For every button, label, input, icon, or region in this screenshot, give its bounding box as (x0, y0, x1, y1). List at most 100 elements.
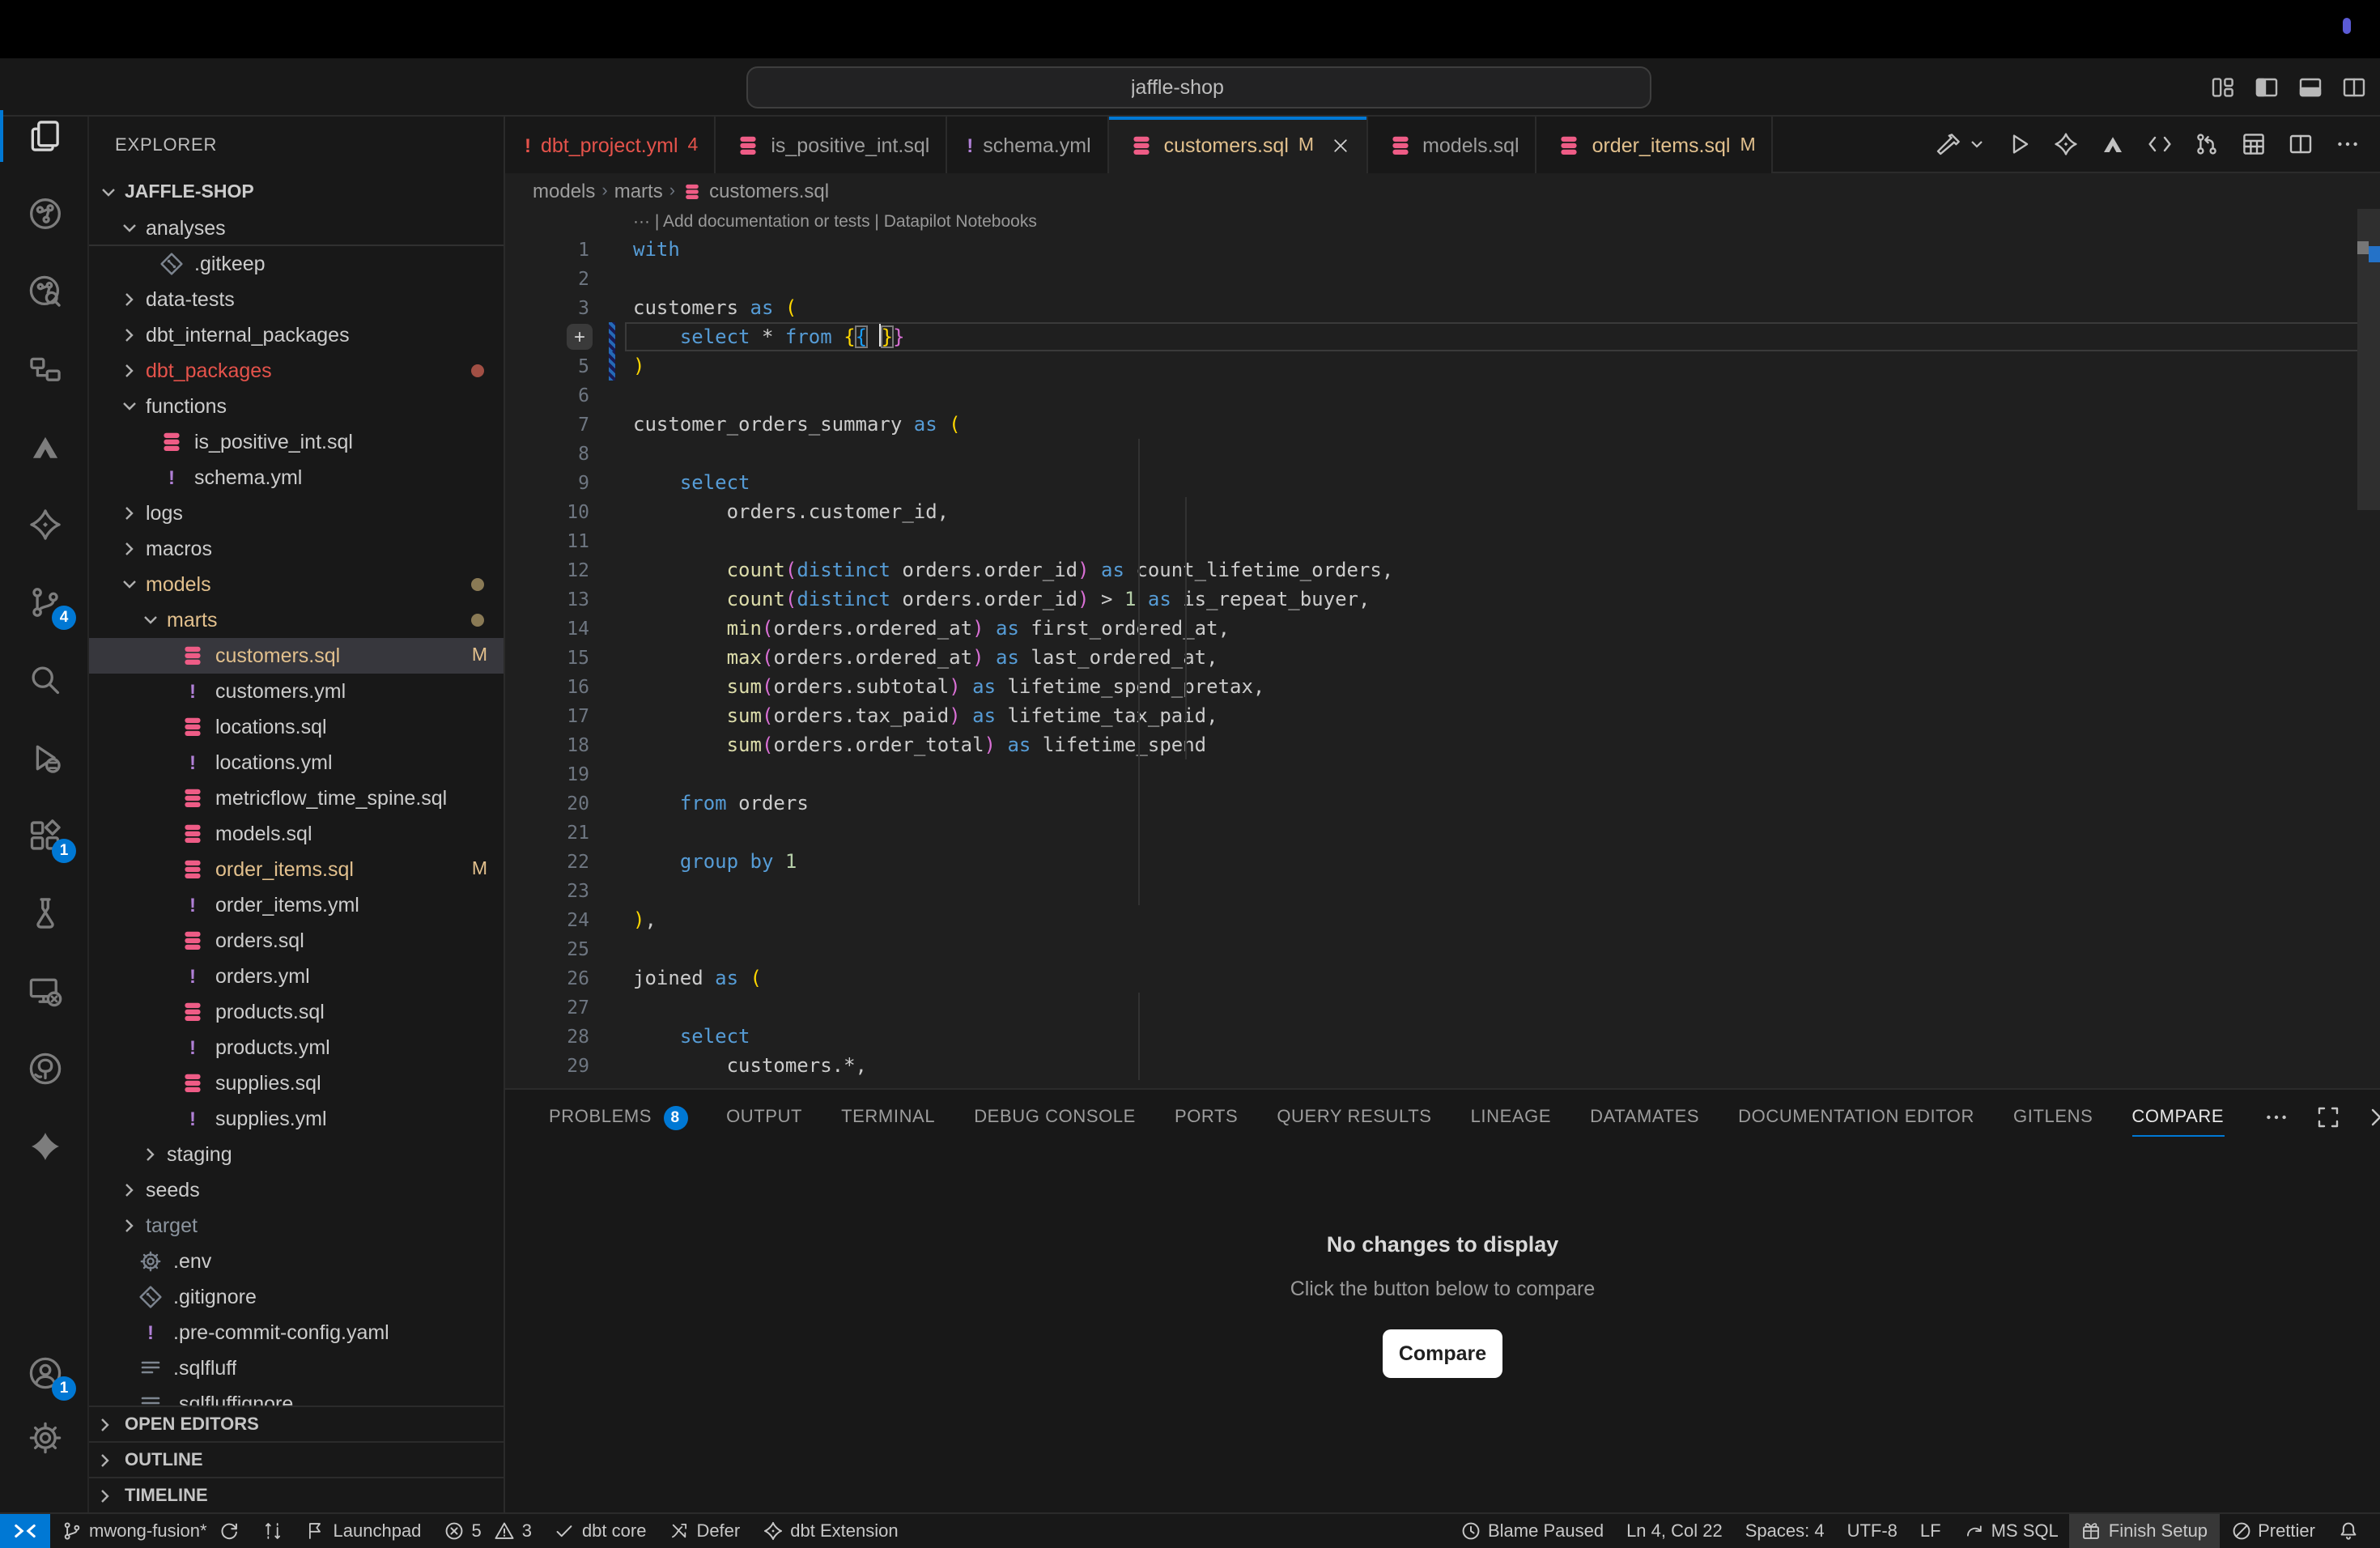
tab-schema-yml[interactable]: !schema.yml (947, 117, 1108, 173)
close-panel-icon[interactable] (2366, 1104, 2380, 1130)
editor-scrollbar[interactable] (2357, 209, 2380, 510)
tree-folder-jaffle-shop[interactable]: JAFFLE-SHOP (89, 175, 504, 211)
status-git-branch[interactable]: mwong-fusion* (50, 1513, 251, 1548)
tree-file-supplies-yml[interactable]: !supplies.yml (89, 1101, 504, 1137)
tree-file-order-items-yml[interactable]: !order_items.yml (89, 887, 504, 923)
status-finish-setup[interactable]: Finish Setup (2070, 1513, 2219, 1548)
status-dbt-core[interactable]: dbt core (543, 1513, 658, 1548)
close-icon[interactable] (1330, 135, 1349, 155)
code-line-16[interactable]: 16 sum(orders.subtotal) as lifetime_spen… (505, 672, 2380, 701)
panel-tab-ports[interactable]: PORTS (1175, 1090, 1238, 1145)
code-line-4[interactable]: 4+ select * from {{ }} (505, 322, 2380, 351)
sidebar-section-open-editors[interactable]: OPEN EDITORS (89, 1406, 504, 1441)
panel-tab-terminal[interactable]: TERMINAL (841, 1090, 935, 1145)
status-blame[interactable]: Blame Paused (1449, 1513, 1615, 1548)
status-dbt-extension[interactable]: dbt Extension (751, 1513, 909, 1548)
tree-file-products-yml[interactable]: !products.yml (89, 1030, 504, 1065)
tree-file-products-sql[interactable]: products.sql (89, 994, 504, 1030)
code-line-7[interactable]: 7customer_orders_summary as ( (505, 410, 2380, 439)
code-editor[interactable]: ··· | Add documentation or tests | Datap… (505, 209, 2380, 1088)
status-remote-indicator[interactable] (0, 1513, 50, 1548)
panel-tab-query-results[interactable]: QUERY RESULTS (1277, 1090, 1431, 1145)
tree-folder-dbt-internal-packages[interactable]: dbt_internal_packages (89, 317, 504, 353)
codelens-actions[interactable]: ··· | Add documentation or tests | Datap… (633, 212, 1037, 232)
tree-file-locations-yml[interactable]: !locations.yml (89, 745, 504, 780)
panel-tab-output[interactable]: OUTPUT (726, 1090, 802, 1145)
code-line-9[interactable]: 9 select (505, 468, 2380, 497)
status-defer[interactable]: Defer (657, 1513, 751, 1548)
tree-folder-seeds[interactable]: seeds (89, 1172, 504, 1208)
activity-flowchart-view[interactable] (0, 332, 89, 406)
panel-tab-gitlens[interactable]: GITLENS (2013, 1090, 2093, 1145)
breadcrumb-item[interactable]: models (533, 180, 595, 202)
activity-extensions[interactable]: 1 (0, 798, 89, 873)
tab-dbt-project-yml[interactable]: !dbt_project.yml4 (505, 117, 716, 173)
tree-folder-logs[interactable]: logs (89, 495, 504, 531)
tree-file-models-sql[interactable]: models.sql (89, 816, 504, 852)
code-line-23[interactable]: 23 (505, 876, 2380, 905)
git-compare-icon[interactable] (2194, 131, 2220, 157)
chevron-down-icon[interactable] (1969, 136, 1985, 152)
status-cursor-position[interactable]: Ln 4, Col 22 (1615, 1513, 1734, 1548)
search-input[interactable] (1131, 76, 1277, 99)
activity-accounts[interactable]: 1 (0, 1336, 89, 1410)
activity-dbt-filled[interactable] (0, 1109, 89, 1184)
more-ellipsis-icon[interactable] (2335, 131, 2361, 157)
tree-file-customers-yml[interactable]: !customers.yml (89, 674, 504, 709)
code-line-13[interactable]: 13 count(distinct orders.order_id) > 1 a… (505, 585, 2380, 614)
build-hammer-icon[interactable] (1936, 131, 1962, 157)
activity-explorer[interactable] (0, 99, 89, 173)
code-line-29[interactable]: 29 customers.*, (505, 1051, 2380, 1080)
code-line-11[interactable]: 11 (505, 526, 2380, 555)
activity-remote-explorer[interactable] (0, 954, 89, 1028)
code-line-19[interactable]: 19 (505, 759, 2380, 789)
status-branch-compare[interactable] (251, 1513, 295, 1548)
tab-models-sql[interactable]: models.sql (1367, 117, 1537, 173)
split-editor-icon[interactable] (2288, 131, 2314, 157)
code-line-12[interactable]: 12 count(distinct orders.order_id) as co… (505, 555, 2380, 585)
query-table-icon[interactable] (2241, 131, 2267, 157)
activity-source-control-graph[interactable] (0, 176, 89, 251)
code-line-18[interactable]: 18 sum(orders.order_total) as lifetime_s… (505, 730, 2380, 759)
tree-file--pre-commit-config-yaml[interactable]: !.pre-commit-config.yaml (89, 1315, 504, 1350)
tree-folder-data-tests[interactable]: data-tests (89, 282, 504, 317)
panel-tab-lineage[interactable]: LINEAGE (1471, 1090, 1552, 1145)
status-encoding[interactable]: UTF-8 (1836, 1513, 1909, 1548)
code-line-27[interactable]: 27 (505, 993, 2380, 1022)
tree-file-is-positive-int-sql[interactable]: is_positive_int.sql (89, 424, 504, 460)
code-line-6[interactable]: 6 (505, 381, 2380, 410)
tree-file-metricflow-time-spine-sql[interactable]: metricflow_time_spine.sql (89, 780, 504, 816)
tree-folder-analyses[interactable]: analyses (89, 211, 504, 246)
activity-testing[interactable] (0, 876, 89, 950)
panel-tab-documentation-editor[interactable]: DOCUMENTATION EDITOR (1738, 1090, 1974, 1145)
code-line-3[interactable]: 3customers as ( (505, 293, 2380, 322)
tree-folder-marts[interactable]: marts (89, 602, 504, 638)
code-line-15[interactable]: 15 max(orders.ordered_at) as last_ordere… (505, 643, 2380, 672)
tree-file--gitignore[interactable]: .gitignore (89, 1279, 504, 1315)
sidebar-section-timeline[interactable]: TIMELINE (89, 1477, 504, 1512)
panel-tab-debug-console[interactable]: DEBUG CONSOLE (974, 1090, 1136, 1145)
breadcrumb-item[interactable]: customers.sql (682, 180, 829, 202)
datafold-icon[interactable] (2100, 131, 2126, 157)
tree-file-schema-yml[interactable]: !schema.yml (89, 460, 504, 495)
command-center-search[interactable] (746, 66, 1651, 108)
run-icon[interactable] (2006, 131, 2032, 157)
panel-tab-problems[interactable]: PROBLEMS8 (549, 1090, 687, 1145)
code-line-20[interactable]: 20 from orders (505, 789, 2380, 818)
tab-is-positive-int-sql[interactable]: is_positive_int.sql (716, 117, 947, 173)
code-line-2[interactable]: 2 (505, 264, 2380, 293)
code-line-24[interactable]: 24), (505, 905, 2380, 934)
code-line-22[interactable]: 22 group by 1 (505, 847, 2380, 876)
activity-run-debug[interactable] (0, 721, 89, 795)
code-line-21[interactable]: 21 (505, 818, 2380, 847)
activity-datafold[interactable] (0, 410, 89, 484)
activity-dbt-power-user[interactable] (0, 487, 89, 562)
compare-button[interactable]: Compare (1383, 1329, 1502, 1378)
tree-folder-dbt-packages[interactable]: dbt_packages (89, 353, 504, 389)
activity-search[interactable] (0, 643, 89, 717)
more-ellipsis-icon[interactable] (2263, 1104, 2289, 1130)
status-language-mode[interactable]: MS SQL (1953, 1513, 2070, 1548)
panel-tab-compare[interactable]: COMPARE (2131, 1090, 2224, 1145)
panel-tab-datamates[interactable]: DATAMATES (1590, 1090, 1699, 1145)
status-prettier[interactable]: Prettier (2219, 1513, 2327, 1548)
